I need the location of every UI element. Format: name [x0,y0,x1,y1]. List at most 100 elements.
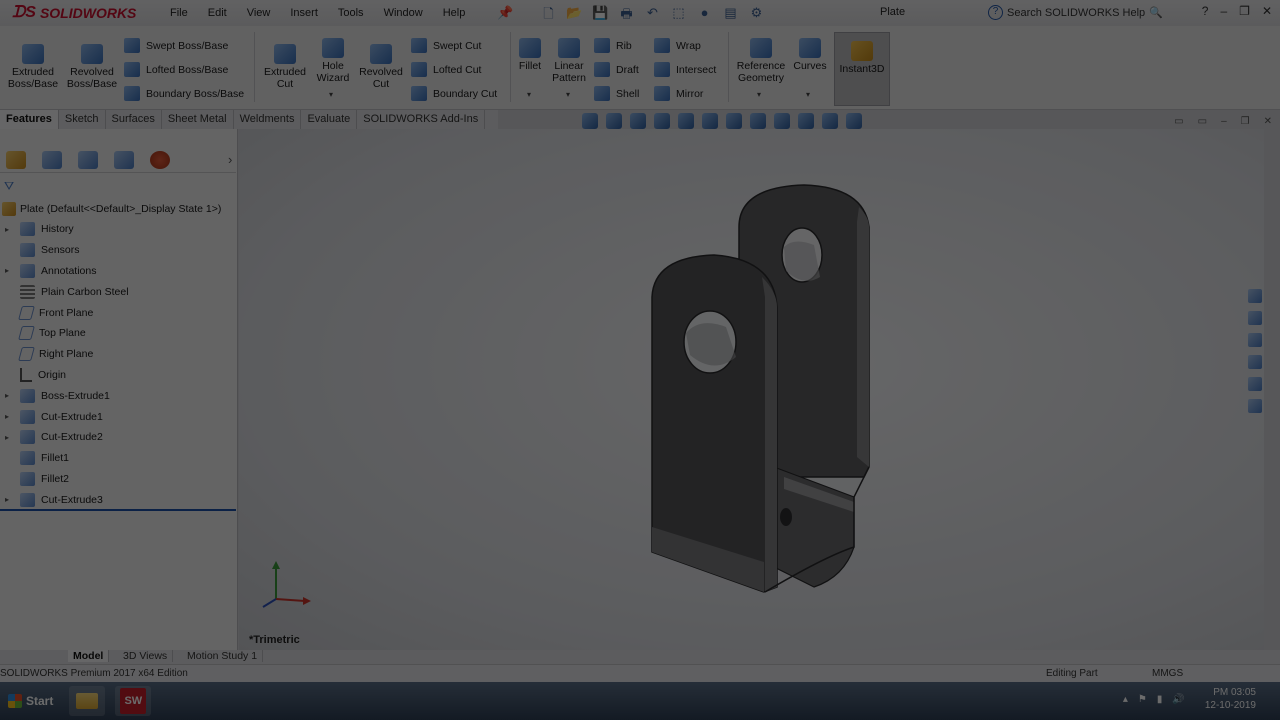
tab-sheet-metal[interactable]: Sheet Metal [162,110,234,129]
appearances-icon[interactable] [1248,377,1262,391]
print-icon[interactable]: 🖶 [618,5,636,21]
minimize-icon[interactable]: – [1220,4,1227,18]
select-cursor-icon[interactable]: ⬚ [670,5,688,21]
revolved-cut-button[interactable]: Revolved Cut [356,44,406,90]
wrap-button[interactable]: Wrap [654,38,701,53]
fillet-button[interactable]: Fillet [514,38,546,72]
volume-icon[interactable]: 🔊 [1172,694,1184,705]
hole-wizard-button[interactable]: Hole Wizard [312,38,354,84]
menu-help[interactable]: Help [443,7,466,19]
tile-icon[interactable]: ▭ [1174,116,1183,127]
undo-icon[interactable]: ↶ [644,5,662,21]
tree-item-origin[interactable]: Origin [0,365,236,386]
save-icon[interactable]: 💾 [592,5,610,21]
tree-item-cut-extrude1[interactable]: ▸ Cut-Extrude1 [0,406,236,427]
tree-item-cut-extrude3[interactable]: ▸ Cut-Extrude3 [0,489,236,510]
network-icon[interactable]: ▮ [1157,694,1163,705]
graphics-area[interactable]: *Trimetric [239,129,1264,650]
close-icon[interactable]: ✕ [1262,4,1272,18]
revolved-boss-button[interactable]: Revolved Boss/Base [64,44,120,90]
propertymanager-icon[interactable] [42,150,62,169]
reference-geometry-dropdown-icon[interactable]: ▾ [757,90,761,99]
viewport-close-icon[interactable]: ✕ [1264,116,1272,127]
hole-wizard-dropdown-icon[interactable]: ▾ [329,90,333,99]
tab-addins[interactable]: SOLIDWORKS Add-Ins [357,110,486,129]
tree-item-fillet2[interactable]: Fillet2 [0,469,236,490]
tree-item-boss-extrude1[interactable]: ▸ Boss-Extrude1 [0,385,236,406]
featuremanager-tree-icon[interactable] [6,150,26,169]
lofted-cut-button[interactable]: Lofted Cut [411,62,481,77]
open-folder-icon[interactable]: 📂 [566,5,584,21]
shell-button[interactable]: Shell [594,86,639,101]
expand-icon[interactable]: ▸ [5,433,9,442]
fillet-dropdown-icon[interactable]: ▾ [527,90,531,99]
triad-icon[interactable] [846,113,862,129]
tab-sketch[interactable]: Sketch [59,110,106,129]
zoom-to-area-icon[interactable] [606,113,622,129]
expand-icon[interactable]: ▸ [5,266,9,275]
curves-button[interactable]: Curves [792,38,828,72]
filter-icon[interactable]: ⛛ [4,179,14,194]
tray-arrow-icon[interactable]: ▴ [1123,694,1128,705]
boundary-cut-button[interactable]: Boundary Cut [411,86,497,101]
apply-scene-icon[interactable] [798,113,814,129]
tree-item-fillet1[interactable]: Fillet1 [0,448,236,469]
clock[interactable]: PM 03:05 12-10-2019 [1205,686,1256,712]
display-style-icon[interactable] [726,113,742,129]
edit-appearance-icon[interactable] [774,113,790,129]
rollback-bar[interactable] [0,509,236,511]
instant3d-toggle[interactable]: Instant3D [834,32,890,106]
draft-button[interactable]: Draft [594,62,639,77]
tab-weldments[interactable]: Weldments [234,110,302,129]
zoom-to-fit-icon[interactable] [582,113,598,129]
expand-icon[interactable]: ▸ [5,391,9,400]
extruded-cut-button[interactable]: Extruded Cut [260,44,310,90]
previous-view-icon[interactable] [630,113,646,129]
tab-motion-study[interactable]: Motion Study 1 [182,650,264,662]
custom-properties-icon[interactable] [1248,399,1262,413]
viewport-minimize-icon[interactable]: – [1221,116,1227,127]
tab-evaluate[interactable]: Evaluate [301,110,358,129]
help-icon[interactable]: ? [1202,4,1209,18]
taskbar-explorer[interactable] [69,686,106,716]
file-properties-icon[interactable]: ▤ [722,5,740,21]
taskbar-solidworks[interactable]: SW [115,686,152,716]
tree-item-top-plane[interactable]: Top Plane [0,323,236,344]
design-library-icon[interactable] [1248,311,1262,325]
rib-button[interactable]: Rib [594,38,632,53]
tree-item-history[interactable]: ▸ History [0,219,236,240]
tree-item-sensors[interactable]: Sensors [0,240,236,261]
cascade-icon[interactable]: ▭ [1198,116,1207,127]
tree-item-annotations[interactable]: ▸ Annotations [0,261,236,282]
menu-insert[interactable]: Insert [290,7,318,19]
menu-window[interactable]: Window [384,7,423,19]
unit-system[interactable]: MMGS [1152,668,1183,679]
tree-item-front-plane[interactable]: Front Plane [0,302,236,323]
search-help-input[interactable]: Search SOLIDWORKS Help [1007,7,1145,19]
displaymanager-icon[interactable] [150,150,170,169]
view-palette-icon[interactable] [1248,355,1262,369]
tree-item-right-plane[interactable]: Right Plane [0,344,236,365]
intersect-button[interactable]: Intersect [654,62,716,77]
extruded-boss-button[interactable]: Extruded Boss/Base [8,44,58,90]
search-icon[interactable]: 🔍 [1149,6,1163,19]
expand-icon[interactable]: ▸ [5,225,9,234]
curves-dropdown-icon[interactable]: ▾ [806,90,810,99]
tree-item-material[interactable]: Plain Carbon Steel [0,281,236,302]
hide-show-items-icon[interactable] [750,113,766,129]
rebuild-icon[interactable]: ● [696,5,714,21]
mirror-button[interactable]: Mirror [654,86,703,101]
search-help[interactable]: ? Search SOLIDWORKS Help 🔍 [988,3,1168,22]
new-document-icon[interactable]: 🗋 [540,5,558,21]
configurationmanager-icon[interactable] [78,150,98,169]
chevron-right-icon[interactable]: › [228,152,232,167]
viewport-restore-icon[interactable]: ❐ [1241,116,1250,127]
file-explorer-icon[interactable] [1248,333,1262,347]
swept-boss-button[interactable]: Swept Boss/Base [124,38,228,53]
menu-tools[interactable]: Tools [338,7,364,19]
menu-view[interactable]: View [247,7,271,19]
expand-icon[interactable]: ▸ [5,495,9,504]
dynamic-annotation-icon[interactable] [678,113,694,129]
tab-features[interactable]: Features [0,110,59,129]
lofted-boss-button[interactable]: Lofted Boss/Base [124,62,228,77]
